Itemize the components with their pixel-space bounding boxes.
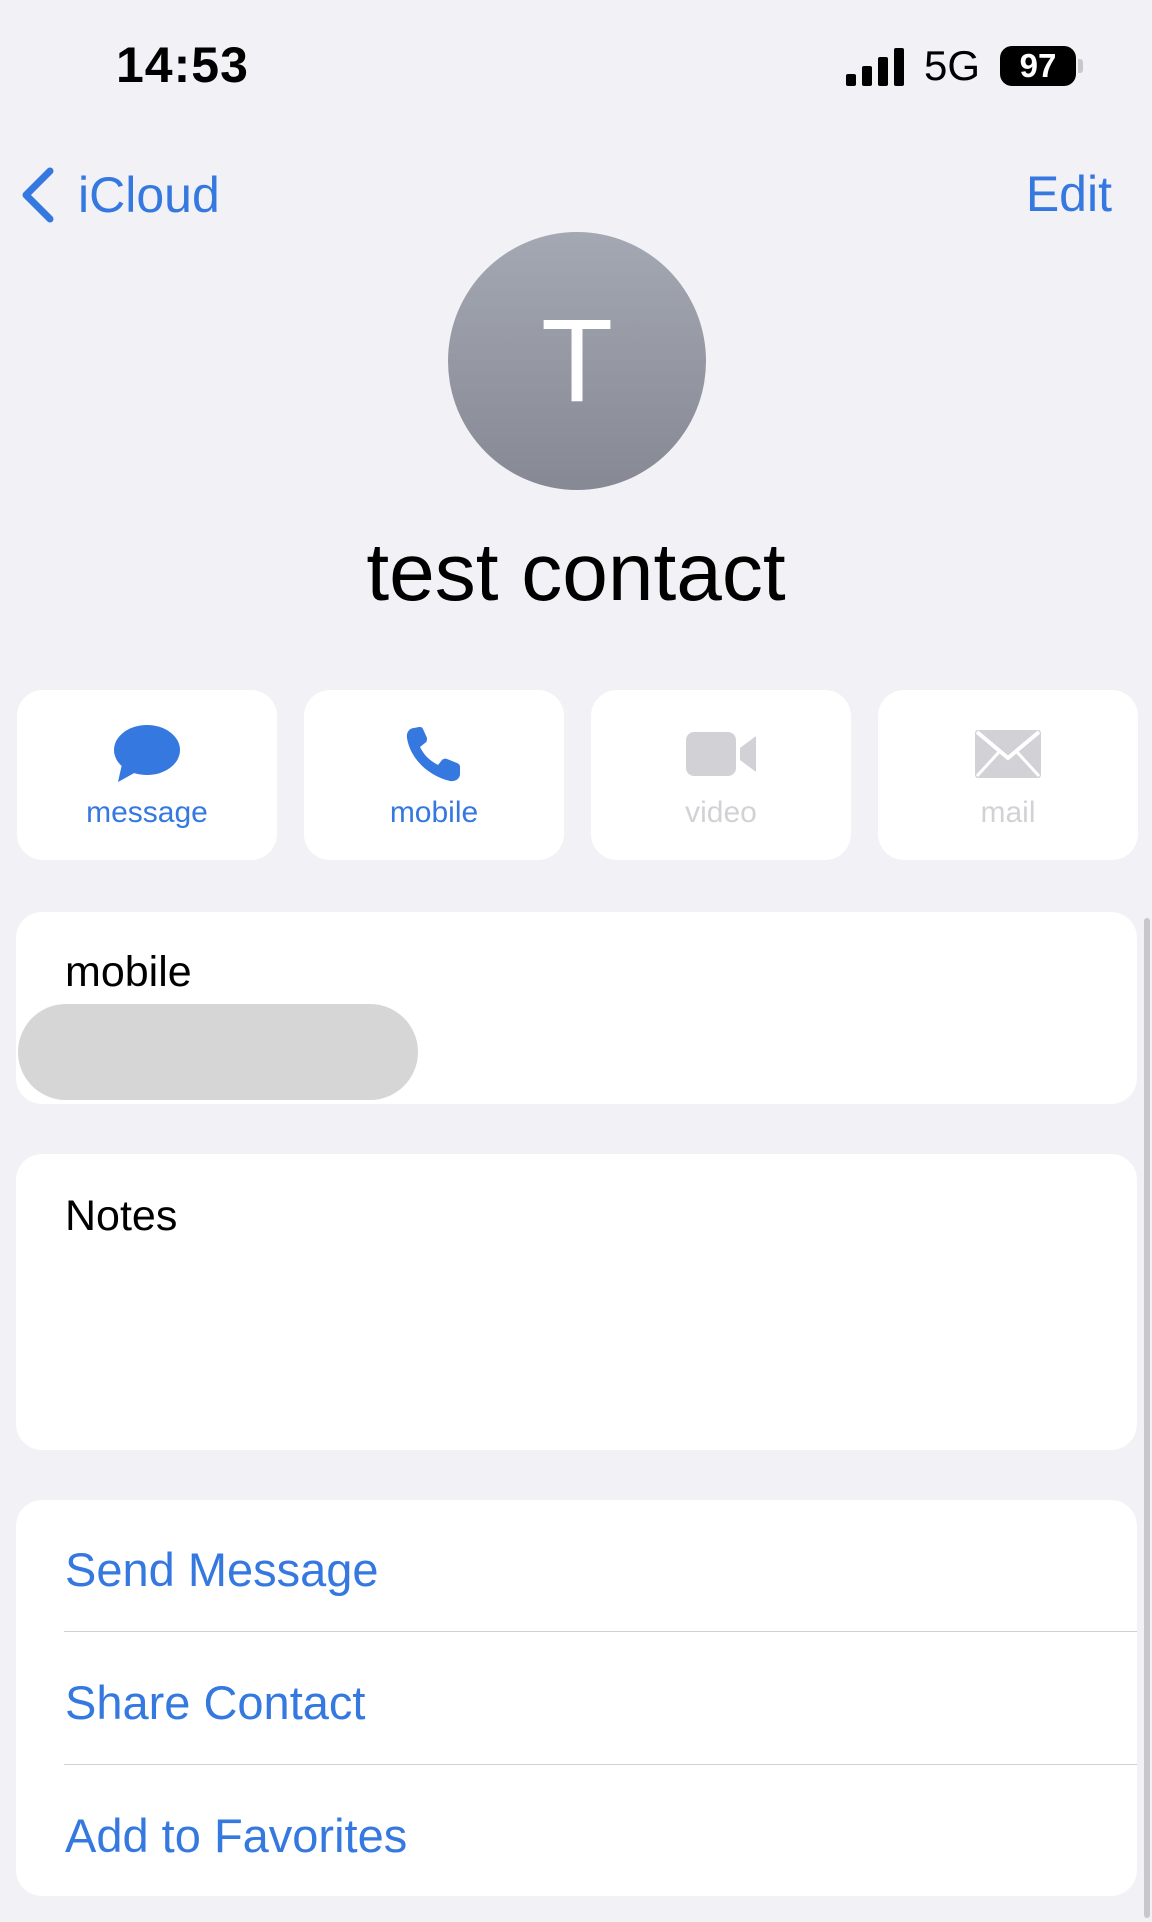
message-action-button[interactable]: message xyxy=(17,690,277,860)
back-button-label: iCloud xyxy=(78,167,220,223)
chevron-left-icon xyxy=(22,167,54,223)
back-button[interactable]: iCloud xyxy=(18,160,220,230)
video-camera-icon xyxy=(686,732,756,776)
phone-number-card[interactable]: mobile xyxy=(16,912,1137,1104)
redacted-phone-number[interactable] xyxy=(18,1004,418,1100)
send-message-link[interactable]: Send Message xyxy=(65,1542,379,1597)
notes-card[interactable]: Notes xyxy=(16,1154,1137,1450)
status-time: 14:53 xyxy=(116,37,249,93)
notes-label: Notes xyxy=(65,1192,178,1240)
phone-label: mobile xyxy=(65,948,192,996)
envelope-icon xyxy=(975,730,1041,778)
mobile-action-button[interactable]: mobile xyxy=(304,690,564,860)
video-action-button[interactable]: video xyxy=(591,690,851,860)
network-type: 5G xyxy=(924,42,981,89)
divider xyxy=(64,1764,1137,1765)
message-action-label: message xyxy=(86,796,208,829)
mail-action-button[interactable]: mail xyxy=(878,690,1138,860)
quick-actions: message mobile video mail xyxy=(17,690,1138,860)
battery-icon: 97 xyxy=(1000,46,1076,86)
mobile-action-label: mobile xyxy=(389,796,479,829)
status-bar: 14:53 5G 97 xyxy=(0,0,1152,130)
edit-button[interactable]: Edit xyxy=(1026,165,1112,223)
add-to-favorites-link[interactable]: Add to Favorites xyxy=(65,1808,407,1863)
phone-icon xyxy=(406,727,460,782)
contact-avatar: T xyxy=(448,232,706,490)
mail-action-label: mail xyxy=(980,796,1036,829)
contact-name: test contact xyxy=(366,527,786,618)
video-action-label: video xyxy=(685,796,757,829)
divider xyxy=(64,1631,1137,1632)
battery-tip xyxy=(1078,59,1083,73)
contact-actions-card: Send Message Share Contact Add to Favori… xyxy=(16,1500,1137,1896)
message-bubble-icon xyxy=(114,725,180,782)
share-contact-link[interactable]: Share Contact xyxy=(65,1675,365,1730)
scroll-indicator[interactable] xyxy=(1144,918,1150,1918)
cellular-signal-icon xyxy=(846,48,904,86)
